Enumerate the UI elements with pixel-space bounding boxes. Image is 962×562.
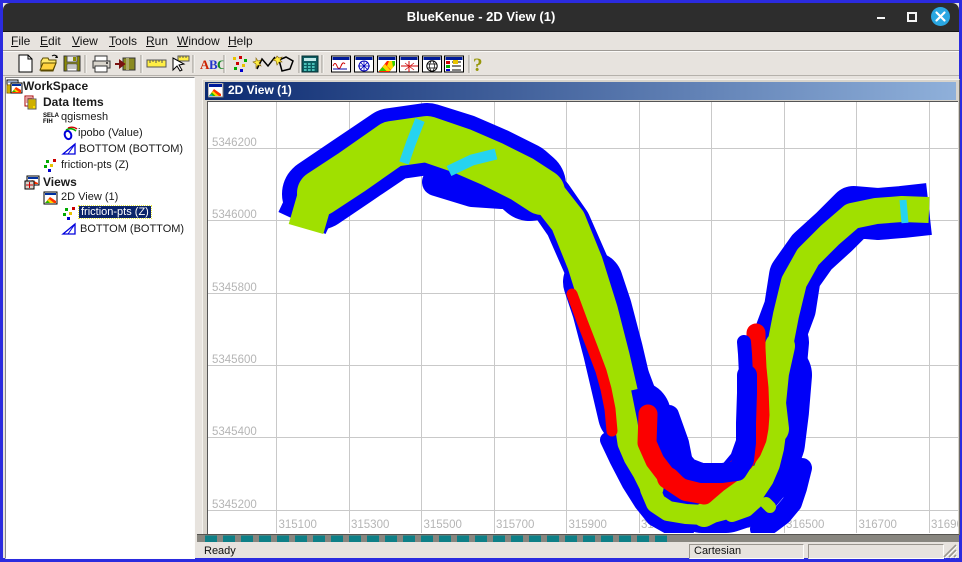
svg-text:5345400: 5345400	[212, 426, 257, 438]
svg-text:315700: 315700	[496, 519, 534, 531]
svg-text:315900: 315900	[569, 519, 607, 531]
svg-text:316900: 316900	[931, 519, 958, 531]
svg-text:5346200: 5346200	[212, 137, 257, 149]
svg-text:315300: 315300	[351, 519, 389, 531]
svg-text:?: ?	[473, 55, 483, 76]
svg-text:5345600: 5345600	[212, 354, 257, 366]
svg-text:5346000: 5346000	[212, 209, 257, 221]
svg-text:316500: 316500	[786, 519, 824, 531]
svg-text:315100: 315100	[279, 519, 317, 531]
svg-text:FIH: FIH	[43, 119, 53, 125]
svg-text:316700: 316700	[859, 519, 897, 531]
svg-text:315500: 315500	[424, 519, 462, 531]
svg-text:5345800: 5345800	[212, 282, 257, 294]
svg-text:5345200: 5345200	[212, 499, 257, 511]
